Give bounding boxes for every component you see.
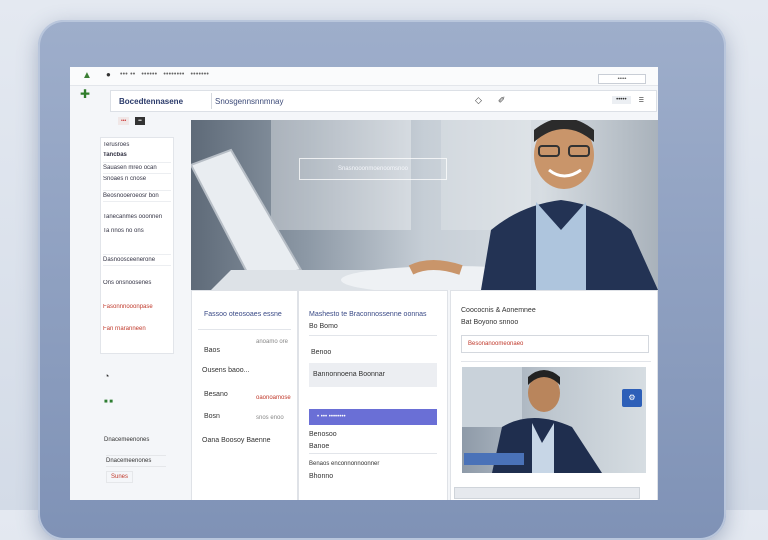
account-pill[interactable]: ••••• xyxy=(612,96,631,104)
panel-subtitle: Bat Boyono snnoo xyxy=(461,319,519,326)
page-subtitle: Snosgennsnnmnay xyxy=(215,97,284,106)
chip-dark[interactable]: •• xyxy=(135,117,145,125)
action-row[interactable]: Bannonnoena Boonnar xyxy=(313,371,385,378)
hero-photo: Snasnooonmoenoomsnoo xyxy=(191,120,658,290)
header-icons: ◇ ✐ xyxy=(475,95,505,106)
window-button[interactable]: ••••• xyxy=(598,74,646,84)
action-row[interactable]: Benoo xyxy=(311,349,331,356)
panel-details: Fassoo oteosoaes essne Baos anoamo ore O… xyxy=(191,290,298,500)
app-screen: ▲ ● ••• •• •••••• •••••••• ••••••• •••••… xyxy=(70,67,658,500)
header-right: ••••• ☰ xyxy=(612,96,644,104)
action-row[interactable]: Banoe xyxy=(309,443,329,450)
sidebar-item[interactable]: Tanecanmes ooonnen xyxy=(103,214,171,220)
sidebar-item[interactable]: Sauasen mreo ocan xyxy=(103,162,171,174)
primary-button[interactable]: • ••• •••••••• xyxy=(309,409,437,425)
sidebar-lower-item[interactable]: Sunes xyxy=(106,471,134,483)
divider xyxy=(461,361,651,362)
sidebar-item[interactable]: Fasonnnooonpase xyxy=(103,304,171,310)
breadcrumb-item[interactable]: ••• •• xyxy=(120,71,135,78)
divider xyxy=(309,335,437,336)
sidebar-item[interactable]: Dasnoosceenerone xyxy=(103,254,171,266)
sidebar-lower-item[interactable]: Dnacemeenones xyxy=(106,455,166,467)
app-title: Bocedtennasene xyxy=(119,97,184,106)
globe-icon[interactable]: ● xyxy=(106,70,111,79)
app-logo-icon[interactable]: ▲ xyxy=(82,70,92,81)
breadcrumb-item[interactable]: ••••••• xyxy=(191,71,210,78)
sidebar-item[interactable]: Terusroes xyxy=(103,142,171,148)
panel-title: Mashesto te Braconnossenne oonnas xyxy=(309,311,427,318)
app-badge-icon[interactable]: ⚙ xyxy=(622,389,642,407)
header-divider xyxy=(211,93,212,109)
person-thumbnail xyxy=(462,367,602,473)
sidebar-item[interactable]: Snoaes n cnose xyxy=(103,176,171,182)
detail-row: Baos xyxy=(204,347,220,354)
location-icon[interactable]: ◇ xyxy=(475,95,482,106)
panel-title: Coococnis & Aonemnee xyxy=(461,307,536,314)
breadcrumb: ••• •• •••••• •••••••• ••••••• xyxy=(120,71,209,78)
detail-value: snos enoo xyxy=(256,415,284,421)
hero-caption: Snasnooonmoenoomsnoo xyxy=(299,158,447,180)
sidebar-lower-item[interactable]: Dnacemeenones xyxy=(104,437,149,443)
sidebar-item[interactable]: Fan rnaranneen xyxy=(103,326,171,332)
detail-row: Ousens baoo... xyxy=(202,367,250,374)
panel-title: Fassoo oteosoaes essne xyxy=(204,311,282,318)
divider xyxy=(198,329,291,330)
sidebar: Terusroes Tancbas Sauasen mreo ocan Snoa… xyxy=(100,137,174,354)
chip-red[interactable]: ••• xyxy=(118,117,130,125)
action-row[interactable]: Bo Bomo xyxy=(309,323,338,330)
sidebar-chips: ••• •• xyxy=(118,117,145,125)
person-illustration xyxy=(191,120,658,290)
action-row[interactable]: Benosoo xyxy=(309,431,337,438)
profile-field[interactable]: Besonanoomeonaeo xyxy=(461,335,649,353)
edit-icon[interactable]: ✐ xyxy=(498,95,506,106)
status-icon: ■ ■ xyxy=(104,399,113,405)
sidebar-item[interactable]: Ons onsnoosenes xyxy=(103,280,171,286)
menu-icon[interactable]: ☰ xyxy=(639,97,644,104)
pin-icon[interactable]: ✚ xyxy=(80,87,90,101)
bottom-strip xyxy=(454,487,640,499)
lock-icon[interactable]: ◔ xyxy=(104,371,109,381)
detail-value: oaonoamose xyxy=(256,395,291,401)
panel-actions: Mashesto te Braconnossenne oonnas Bo Bom… xyxy=(298,290,448,500)
detail-value: anoamo ore xyxy=(256,339,289,345)
action-row[interactable]: Bhonno xyxy=(309,473,333,480)
app-header: Bocedtennasene Snosgennsnnmnay ◇ ✐ •••••… xyxy=(110,90,657,112)
breadcrumb-item[interactable]: •••••• xyxy=(141,71,157,78)
action-row[interactable]: Benaos enconnonnoonner xyxy=(309,461,379,467)
breadcrumb-item[interactable]: •••••••• xyxy=(163,71,184,78)
sidebar-item[interactable]: Beosnooeroeosr bon xyxy=(103,190,171,202)
sidebar-item[interactable]: Ta nnos no ons xyxy=(103,228,171,234)
divider xyxy=(309,453,437,454)
profile-photo: ⚙ xyxy=(462,367,646,473)
top-bar: ▲ ● ••• •• •••••• •••••••• ••••••• ••••• xyxy=(70,67,658,86)
detail-row: Besano xyxy=(204,391,228,398)
detail-row: Bosn xyxy=(204,413,220,420)
sidebar-item[interactable]: Tancbas xyxy=(103,152,171,158)
detail-row: Oana Boosoy Baenne xyxy=(202,437,271,444)
